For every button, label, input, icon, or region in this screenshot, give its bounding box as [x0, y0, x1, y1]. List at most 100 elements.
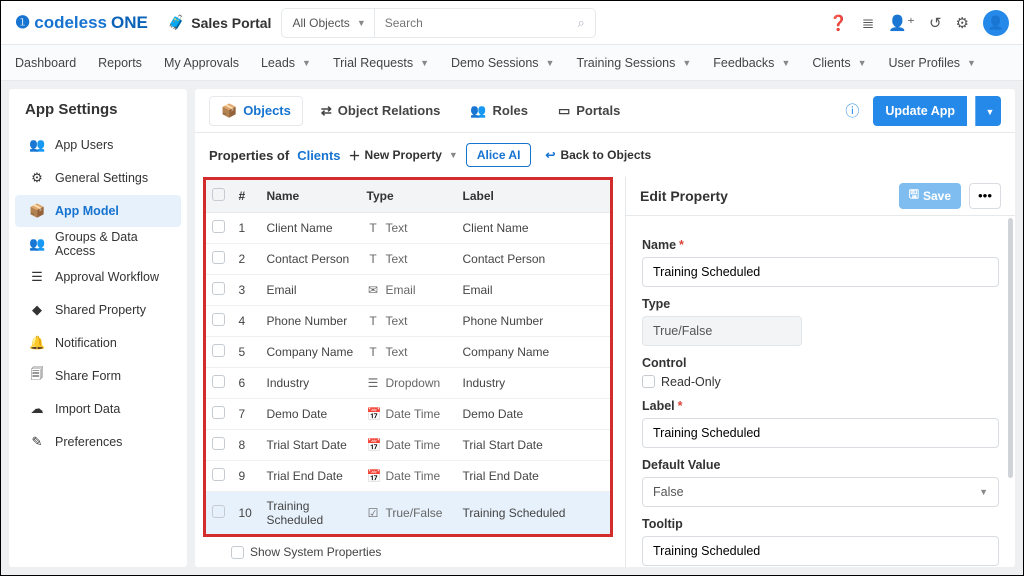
nav-demo-sessions[interactable]: Demo Sessions▼ — [451, 56, 554, 70]
search-scope-dropdown[interactable]: All Objects ▼ — [282, 9, 374, 37]
sidebar-item-app-users[interactable]: 👥App Users — [15, 129, 181, 161]
tab-portals[interactable]: ▭Portals — [546, 96, 632, 126]
row-checkbox[interactable] — [212, 251, 225, 264]
nav-user-profiles[interactable]: User Profiles▼ — [889, 56, 976, 70]
avatar[interactable]: 👤 — [983, 10, 1009, 36]
row-name: Training Scheduled — [261, 492, 361, 536]
row-checkbox[interactable] — [212, 468, 225, 481]
sidebar-item-icon: ✎ — [29, 434, 45, 450]
table-row[interactable]: 3 Email ✉Email Email — [205, 275, 612, 306]
sidebar-item-preferences[interactable]: ✎Preferences — [15, 426, 181, 458]
nav-training-sessions[interactable]: Training Sessions▼ — [576, 56, 691, 70]
sidebar-item-notification[interactable]: 🔔Notification — [15, 327, 181, 359]
table-row[interactable]: 4 Phone Number TText Phone Number — [205, 306, 612, 337]
nav-clients[interactable]: Clients▼ — [812, 56, 866, 70]
row-checkbox[interactable] — [212, 220, 225, 233]
table-row[interactable]: 9 Trial End Date 📅Date Time Trial End Da… — [205, 461, 612, 492]
show-system-checkbox[interactable] — [231, 546, 244, 559]
new-property-button[interactable]: ＋ New Property ▼ — [349, 147, 458, 164]
row-checkbox[interactable] — [212, 375, 225, 388]
search-icon[interactable]: ⌕ — [577, 15, 584, 31]
back-to-objects-link[interactable]: ↩ Back to Objects — [545, 148, 651, 162]
row-number: 9 — [233, 461, 261, 492]
nav-trial-requests[interactable]: Trial Requests▼ — [333, 56, 429, 70]
row-checkbox[interactable] — [212, 344, 225, 357]
readonly-checkbox[interactable] — [642, 375, 655, 388]
field-tooltip-input[interactable] — [642, 536, 999, 566]
col-checkbox — [205, 179, 233, 213]
row-type: 📅Date Time — [367, 438, 451, 452]
row-number: 8 — [233, 430, 261, 461]
nav-leads[interactable]: Leads▼ — [261, 56, 311, 70]
sidebar-title: App Settings — [9, 101, 187, 128]
logo-suffix: ONE — [111, 13, 148, 33]
tab-label: Roles — [493, 103, 528, 118]
table-row[interactable]: 2 Contact Person TText Contact Person — [205, 244, 612, 275]
update-app-dropdown[interactable]: ▼ — [975, 96, 1001, 126]
table-row[interactable]: 1 Client Name TText Client Name — [205, 213, 612, 244]
primary-nav: Dashboard Reports My Approvals Leads▼ Tr… — [1, 45, 1023, 81]
sidebar-item-groups-data-access[interactable]: 👥Groups & Data Access — [15, 228, 181, 260]
col-type: Type — [361, 179, 457, 213]
sidebar-item-label: App Model — [55, 204, 119, 218]
field-label-input[interactable] — [642, 418, 999, 448]
row-checkbox[interactable] — [212, 313, 225, 326]
row-checkbox[interactable] — [212, 437, 225, 450]
nav-my-approvals[interactable]: My Approvals — [164, 56, 239, 70]
table-row[interactable]: 8 Trial Start Date 📅Date Time Trial Star… — [205, 430, 612, 461]
nav-dashboard[interactable]: Dashboard — [15, 56, 76, 70]
sidebar-item-app-model[interactable]: 📦App Model — [15, 195, 181, 227]
more-actions-button[interactable]: ••• — [969, 183, 1001, 209]
sidebar-item-label: Notification — [55, 336, 117, 350]
sidebar-item-import-data[interactable]: ☁Import Data — [15, 393, 181, 425]
field-type-label: Type — [642, 297, 999, 311]
info-icon[interactable]: ⓘ — [845, 101, 859, 121]
chevron-down-icon: ▼ — [967, 58, 976, 68]
nav-reports[interactable]: Reports — [98, 56, 142, 70]
row-label: Training Scheduled — [457, 492, 612, 536]
table-row[interactable]: 7 Demo Date 📅Date Time Demo Date — [205, 399, 612, 430]
table-row[interactable]: 6 Industry ☰Dropdown Industry — [205, 368, 612, 399]
sidebar-item-shared-property[interactable]: ◆Shared Property — [15, 294, 181, 326]
sidebar-item-label: Shared Property — [55, 303, 146, 317]
update-app-button[interactable]: Update App — [873, 96, 967, 126]
row-name: Contact Person — [261, 244, 361, 275]
chevron-down-icon: ▼ — [858, 58, 867, 68]
field-name-input[interactable] — [642, 257, 999, 287]
row-label: Email — [457, 275, 612, 306]
row-checkbox[interactable] — [212, 505, 225, 518]
gear-icon[interactable]: ⚙ — [956, 14, 969, 32]
tab-object-relations[interactable]: ⇄Object Relations — [309, 96, 452, 126]
row-label: Company Name — [457, 337, 612, 368]
sidebar-item-general-settings[interactable]: ⚙General Settings — [15, 162, 181, 194]
table-row[interactable]: 10 Training Scheduled ☑True/False Traini… — [205, 492, 612, 536]
row-type: TText — [367, 314, 451, 328]
show-system-properties[interactable]: Show System Properties — [203, 537, 613, 559]
row-checkbox[interactable] — [212, 282, 225, 295]
table-row[interactable]: 5 Company Name TText Company Name — [205, 337, 612, 368]
tab-objects[interactable]: 📦Objects — [209, 96, 303, 126]
readonly-toggle[interactable]: Read-Only — [642, 375, 999, 389]
help-icon[interactable]: ❓ — [829, 14, 848, 32]
save-button[interactable]: 🖫 Save — [899, 183, 961, 209]
select-all-checkbox[interactable] — [212, 188, 225, 201]
search-input[interactable] — [375, 9, 595, 37]
nav-feedbacks[interactable]: Feedbacks▼ — [713, 56, 790, 70]
user-add-icon[interactable]: 👤⁺ — [888, 14, 915, 32]
alice-ai-button[interactable]: Alice AI — [466, 143, 532, 167]
field-default-select[interactable]: False ▼ — [642, 477, 999, 507]
history-icon[interactable]: ↺ — [929, 14, 942, 32]
sidebar-item-icon: ☁ — [29, 401, 45, 417]
sidebar-item-approval-workflow[interactable]: ☰Approval Workflow — [15, 261, 181, 293]
editor-header: Edit Property 🖫 Save ••• — [626, 177, 1015, 216]
type-icon: ☑ — [367, 506, 380, 520]
row-label: Industry — [457, 368, 612, 399]
portal-switcher[interactable]: 🧳 Sales Portal — [168, 14, 272, 31]
tab-roles[interactable]: 👥Roles — [458, 96, 540, 126]
sidebar-item-share-form[interactable]: 🗐Share Form — [15, 360, 181, 392]
database-icon[interactable]: ≣ — [862, 14, 875, 32]
type-icon: T — [367, 252, 380, 266]
row-checkbox[interactable] — [212, 406, 225, 419]
sidebar-item-icon: ☰ — [29, 269, 45, 285]
object-name-link[interactable]: Clients — [297, 148, 340, 163]
